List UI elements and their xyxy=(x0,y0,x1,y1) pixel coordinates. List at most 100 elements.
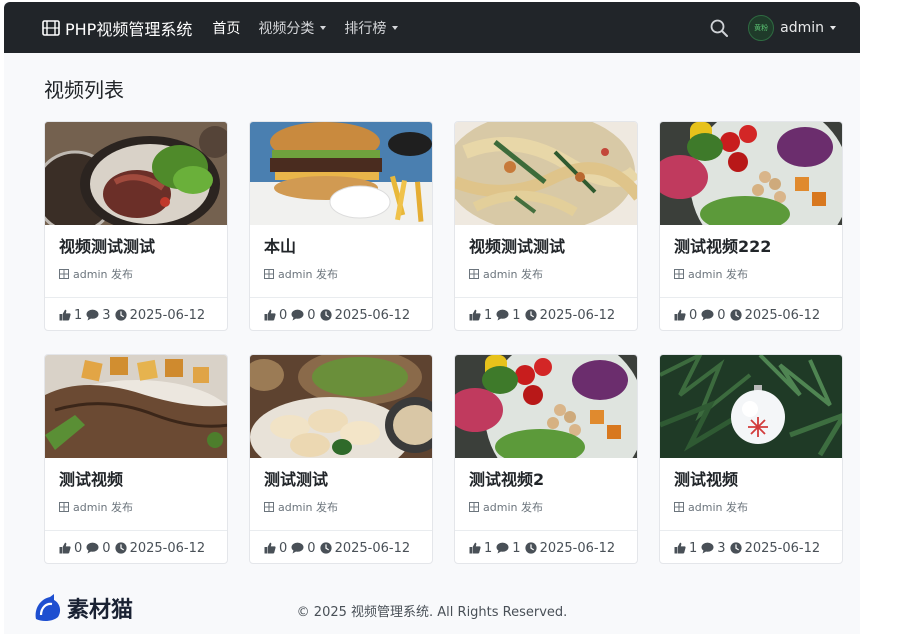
video-title[interactable]: 测试视频2 xyxy=(469,470,623,490)
brand-link[interactable]: PHP视频管理系统 xyxy=(42,16,192,40)
clock-icon xyxy=(524,542,537,554)
video-title[interactable]: 测试视频 xyxy=(59,470,213,490)
thumbs-up-icon xyxy=(469,309,481,321)
video-card-4[interactable]: 测试视频222 admin 发布 0 0 2025-06-12 xyxy=(659,121,843,331)
card-footer: 0 0 2025-06-12 xyxy=(250,530,432,563)
video-date: 2025-06-12 xyxy=(129,307,206,323)
grid-icon xyxy=(469,502,479,512)
grid-icon xyxy=(264,502,274,512)
date-stat: 2025-06-12 xyxy=(729,308,820,323)
comments-stat: 0 xyxy=(86,541,111,556)
video-title[interactable]: 测试视频 xyxy=(674,470,828,490)
thumbs-up-icon xyxy=(264,309,276,321)
video-thumbnail-burger-fries[interactable] xyxy=(250,122,432,225)
likes-stat: 1 xyxy=(469,541,492,556)
search-icon xyxy=(710,19,729,37)
video-thumbnail-veggie-bowl[interactable] xyxy=(660,122,842,225)
clock-icon xyxy=(729,309,742,321)
card-body: 测试视频 admin 发布 xyxy=(660,458,842,530)
video-author: admin 发布 xyxy=(278,268,338,281)
video-thumbnail-grilled-meat[interactable] xyxy=(45,355,227,458)
card-body: 测试视频222 admin 发布 xyxy=(660,225,842,297)
comment-icon xyxy=(291,542,304,554)
comments-count: 3 xyxy=(717,540,726,556)
likes-count: 1 xyxy=(484,307,493,323)
card-footer: 0 0 2025-06-12 xyxy=(45,530,227,563)
search-button[interactable] xyxy=(710,19,729,37)
video-date: 2025-06-12 xyxy=(539,307,616,323)
video-meta: admin 发布 xyxy=(674,499,828,515)
video-meta: admin 发布 xyxy=(674,266,828,282)
comment-icon xyxy=(496,309,509,321)
comments-count: 0 xyxy=(307,540,316,556)
comments-stat: 0 xyxy=(291,540,316,556)
user-menu-dropdown[interactable]: 黄粉 admin xyxy=(748,14,836,41)
comment-icon xyxy=(496,542,509,554)
thumbs-up-icon xyxy=(59,309,71,321)
brand-text: PHP视频管理系统 xyxy=(65,19,193,39)
comments-stat: 3 xyxy=(701,540,726,556)
date-stat: 2025-06-12 xyxy=(114,307,206,323)
grid-icon xyxy=(59,269,69,279)
nav-categories-dropdown[interactable]: 视频分类 xyxy=(258,18,327,38)
watermark-logo: 素材猫 xyxy=(32,592,133,624)
nav-categories-label: 视频分类 xyxy=(258,20,315,37)
likes-stat: 0 xyxy=(264,308,287,323)
video-card-6[interactable]: 测试测试 admin 发布 0 0 2025-06-12 xyxy=(249,354,433,564)
video-title[interactable]: 测试视频222 xyxy=(674,237,828,257)
likes-count: 0 xyxy=(74,540,83,556)
video-thumbnail-christmas-ornament[interactable] xyxy=(660,355,842,458)
video-title[interactable]: 视频测试测试 xyxy=(59,237,213,257)
video-card-1[interactable]: 视频测试测试 admin 发布 1 3 2025-06-12 xyxy=(44,121,228,331)
video-card-2[interactable]: 本山 admin 发布 0 0 2025-06-12 xyxy=(249,121,433,331)
comments-stat: 1 xyxy=(496,307,521,323)
video-title[interactable]: 本山 xyxy=(264,237,418,257)
video-date: 2025-06-12 xyxy=(539,540,616,556)
card-body: 视频测试测试 admin 发布 xyxy=(45,225,227,297)
clock-icon xyxy=(729,542,742,554)
comments-count: 0 xyxy=(307,307,316,323)
card-body: 视频测试测试 admin 发布 xyxy=(455,225,637,297)
video-date: 2025-06-12 xyxy=(334,540,411,556)
video-card-3[interactable]: 视频测试测试 admin 发布 1 1 2025-06-12 xyxy=(454,121,638,331)
grid-icon xyxy=(469,269,479,279)
avatar: 黄粉 xyxy=(748,14,775,41)
grid-icon xyxy=(59,502,69,512)
comment-icon xyxy=(86,542,99,554)
likes-stat: 1 xyxy=(59,308,82,323)
caret-down-icon xyxy=(392,25,399,30)
thumbs-up-icon xyxy=(674,309,686,321)
caret-down-icon xyxy=(830,25,836,30)
card-footer: 1 3 2025-06-12 xyxy=(45,297,227,330)
likes-count: 0 xyxy=(279,307,288,323)
comments-count: 0 xyxy=(717,307,726,323)
thumbs-up-icon xyxy=(674,542,686,554)
video-card-5[interactable]: 测试视频 admin 发布 0 0 2025-06-12 xyxy=(44,354,228,564)
video-card-7[interactable]: 测试视频2 admin 发布 1 1 2025-06-12 xyxy=(454,354,638,564)
comments-stat: 0 xyxy=(701,307,726,323)
comment-icon xyxy=(291,309,304,321)
video-meta: admin 发布 xyxy=(264,266,418,282)
thumbs-up-icon xyxy=(59,542,71,554)
clock-icon xyxy=(319,542,332,554)
likes-count: 0 xyxy=(279,540,288,556)
nav-ranking-dropdown[interactable]: 排行榜 xyxy=(344,18,399,38)
video-card-8[interactable]: 测试视频 admin 发布 1 3 2025-06-12 xyxy=(659,354,843,564)
video-title[interactable]: 测试测试 xyxy=(264,470,418,490)
comments-count: 1 xyxy=(512,307,521,323)
video-thumbnail-veggie-bowl[interactable] xyxy=(455,355,637,458)
likes-count: 0 xyxy=(689,307,698,323)
card-footer: 0 0 2025-06-12 xyxy=(660,297,842,330)
video-author: admin 发布 xyxy=(278,501,338,514)
likes-stat: 1 xyxy=(674,541,697,556)
date-stat: 2025-06-12 xyxy=(114,541,205,556)
video-title[interactable]: 视频测试测试 xyxy=(469,237,623,257)
video-meta: admin 发布 xyxy=(469,499,623,515)
card-footer: 0 0 2025-06-12 xyxy=(250,297,432,330)
video-thumbnail-dumplings[interactable] xyxy=(250,355,432,458)
comments-count: 1 xyxy=(512,540,521,556)
nav-home[interactable]: 首页 xyxy=(212,18,240,38)
date-stat: 2025-06-12 xyxy=(524,540,616,556)
video-thumbnail-pasta[interactable] xyxy=(455,122,637,225)
video-thumbnail-steak-salad[interactable] xyxy=(45,122,227,225)
